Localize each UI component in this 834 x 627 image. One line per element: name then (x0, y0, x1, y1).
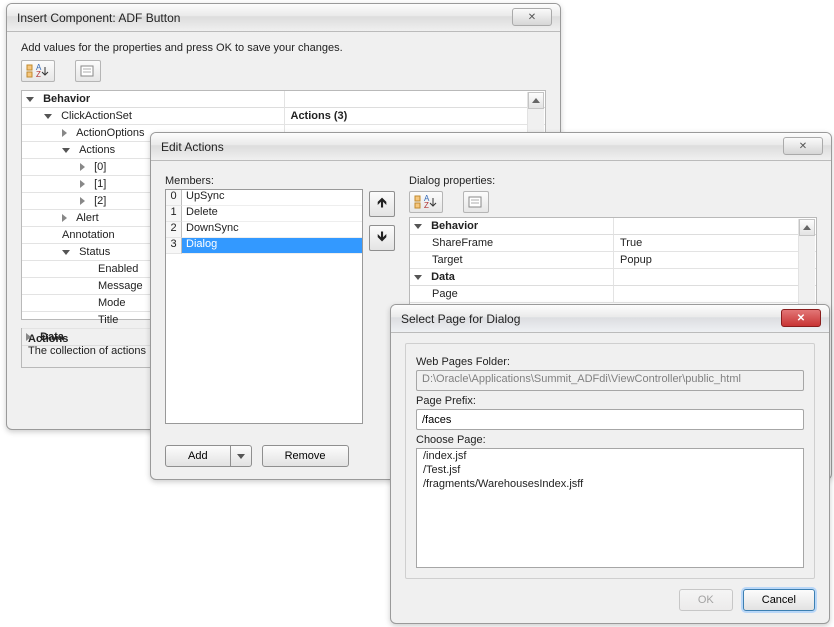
prop-target[interactable]: Target (432, 254, 463, 266)
chevron-up-icon (803, 225, 811, 230)
prop-action-2[interactable]: [2] (94, 195, 106, 207)
list-item[interactable]: /Test.jsf (417, 463, 803, 477)
expand-icon[interactable] (80, 163, 85, 171)
folder-label: Web Pages Folder: (416, 356, 804, 368)
window-title: Select Page for Dialog (401, 312, 520, 326)
collapse-icon[interactable] (62, 250, 70, 255)
list-item[interactable]: /index.jsf (417, 449, 803, 463)
member-item[interactable]: UpSync (182, 190, 362, 206)
prop-mode[interactable]: Mode (98, 297, 126, 309)
close-icon: ✕ (797, 313, 805, 324)
prop-action-0[interactable]: [0] (94, 161, 106, 173)
move-down-button[interactable]: 🡻 (369, 225, 395, 251)
categorize-toggle-button[interactable]: AZ (21, 60, 55, 82)
prop-title[interactable]: Title (98, 314, 118, 326)
prop-actionoptions[interactable]: ActionOptions (76, 127, 144, 139)
titlebar[interactable]: Select Page for Dialog ✕ (391, 305, 829, 333)
prop-actions[interactable]: Actions (79, 144, 115, 156)
window-title: Insert Component: ADF Button (17, 11, 180, 25)
close-icon: ✕ (799, 141, 807, 152)
property-pages-button[interactable] (463, 191, 489, 213)
category-behavior: Behavior (431, 220, 478, 232)
page-prefix-field[interactable] (416, 409, 804, 430)
remove-button[interactable]: Remove (262, 445, 349, 467)
prop-alert[interactable]: Alert (76, 212, 99, 224)
member-item[interactable]: Delete (182, 206, 362, 222)
dialog-properties-label: Dialog properties: (409, 175, 817, 187)
members-label: Members: (165, 175, 395, 187)
prop-action-1[interactable]: [1] (94, 178, 106, 190)
member-item[interactable]: DownSync (182, 222, 362, 238)
scroll-up-button[interactable] (799, 219, 815, 236)
select-page-dialog: Select Page for Dialog ✕ Web Pages Folde… (390, 304, 830, 624)
chevron-up-icon (532, 98, 540, 103)
propgrid-toolbar: AZ (21, 60, 546, 82)
propgrid-toolbar: AZ (409, 191, 817, 213)
member-item[interactable]: Dialog (182, 238, 362, 254)
cancel-button[interactable]: Cancel (743, 589, 815, 611)
move-up-button[interactable]: 🡹 (369, 191, 395, 217)
collapse-icon[interactable] (44, 114, 52, 119)
prop-message[interactable]: Message (98, 280, 143, 292)
prop-enabled[interactable]: Enabled (98, 263, 138, 275)
category-data: Data (40, 331, 64, 343)
expand-icon[interactable] (26, 333, 31, 341)
collapse-icon[interactable] (414, 275, 422, 280)
titlebar[interactable]: Insert Component: ADF Button ✕ (7, 4, 560, 32)
expand-icon[interactable] (80, 197, 85, 205)
svg-text:Z: Z (424, 201, 429, 209)
folder-field: D:\Oracle\Applications\Summit_ADFdi\View… (416, 370, 804, 391)
category-data: Data (431, 271, 455, 283)
collapse-icon[interactable] (62, 148, 70, 153)
expand-icon[interactable] (62, 214, 67, 222)
arrow-down-icon: 🡻 (377, 226, 387, 250)
collapse-icon[interactable] (26, 97, 34, 102)
prop-annotation[interactable]: Annotation (62, 229, 115, 241)
close-button[interactable]: ✕ (781, 309, 821, 327)
collapse-icon[interactable] (414, 224, 422, 229)
add-button[interactable]: Add (165, 445, 231, 467)
expand-icon[interactable] (62, 129, 67, 137)
prop-shareframe[interactable]: ShareFrame (432, 237, 493, 249)
page-prefix-label: Page Prefix: (416, 395, 804, 407)
close-icon: ✕ (528, 12, 536, 23)
close-button[interactable]: ✕ (512, 8, 552, 26)
categorize-toggle-button[interactable]: AZ (409, 191, 443, 213)
members-listbox[interactable]: 0UpSync 1Delete 2DownSync 3Dialog (165, 189, 363, 424)
scroll-up-button[interactable] (528, 92, 544, 109)
titlebar[interactable]: Edit Actions ✕ (151, 133, 831, 161)
property-pages-button[interactable] (75, 60, 101, 82)
category-behavior: Behavior (43, 93, 90, 105)
prop-shareframe-value[interactable]: True (613, 235, 816, 252)
svg-text:Z: Z (36, 70, 41, 78)
choose-page-label: Choose Page: (416, 434, 804, 446)
arrow-up-icon: 🡹 (377, 192, 387, 216)
expand-icon[interactable] (80, 180, 85, 188)
instruction-text: Add values for the properties and press … (21, 42, 546, 54)
chevron-down-icon (237, 454, 245, 459)
prop-clickactionset[interactable]: ClickActionSet (61, 110, 132, 122)
prop-page[interactable]: Page (432, 288, 458, 300)
prop-target-value[interactable]: Popup (613, 252, 816, 269)
actions-header-value: Actions (3) (284, 108, 546, 125)
prop-status[interactable]: Status (79, 246, 110, 258)
ok-button[interactable]: OK (679, 589, 733, 611)
close-button[interactable]: ✕ (783, 137, 823, 155)
window-title: Edit Actions (161, 140, 224, 154)
choose-page-listbox[interactable]: /index.jsf /Test.jsf /fragments/Warehous… (416, 448, 804, 568)
add-dropdown-button[interactable] (231, 445, 252, 467)
list-item[interactable]: /fragments/WarehousesIndex.jsff (417, 477, 803, 491)
